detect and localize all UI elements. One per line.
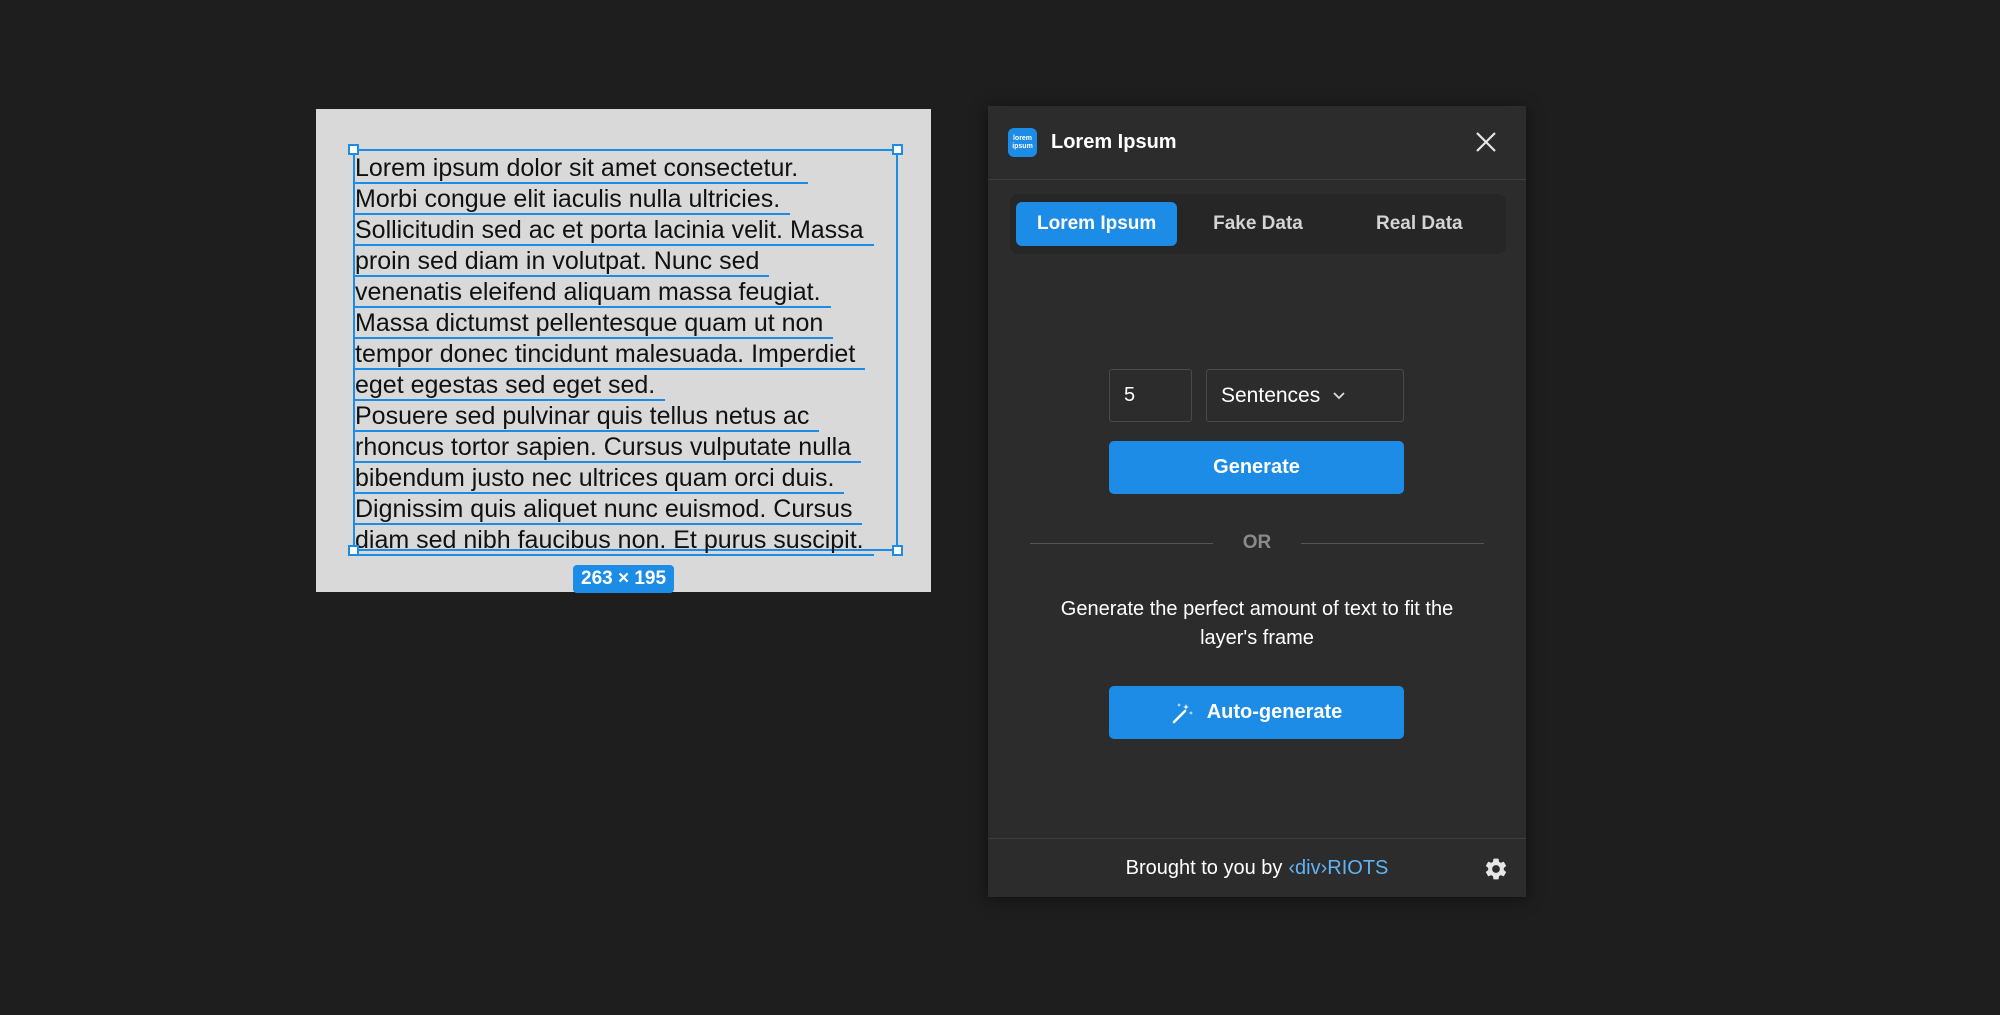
chevron-down-icon	[1332, 391, 1346, 401]
resize-handle-top-left[interactable]	[348, 144, 359, 155]
dimensions-badge: 263 × 195	[573, 565, 675, 593]
canvas-frame[interactable]: Lorem ipsum dolor sit amet consectetur. …	[316, 109, 931, 593]
text-line: Morbi congue elit iaculis nulla ultricie…	[355, 184, 896, 215]
divider-line	[1030, 542, 1213, 544]
footer-text: Brought to you by	[1125, 856, 1283, 879]
text-line: venenatis eleifend aliquam massa feugiat…	[355, 277, 896, 308]
text-line: bibendum justo nec ultrices quam orci du…	[355, 463, 896, 494]
text-line: Dignissim quis aliquet nunc euismod. Cur…	[355, 494, 896, 525]
unit-select-value: Sentences	[1221, 383, 1321, 407]
panel-title: Lorem Ipsum	[1051, 131, 1177, 153]
gear-icon	[1485, 858, 1507, 880]
tab-fake-data[interactable]: Fake Data	[1177, 202, 1338, 246]
text-line: Posuere sed pulvinar quis tellus netus a…	[355, 401, 896, 432]
text-line: rhoncus tortor sapien. Cursus vulputate …	[355, 432, 896, 463]
panel-footer: Brought to you by ‹div›RIOTS	[988, 838, 1526, 897]
plugin-panel: lorem ipsum Lorem Ipsum Lorem Ipsum Fake…	[988, 106, 1526, 897]
close-button[interactable]	[1474, 130, 1498, 154]
generate-button-label: Generate	[1213, 456, 1300, 478]
or-label: OR	[1242, 532, 1272, 553]
selected-text-layer[interactable]: Lorem ipsum dolor sit amet consectetur. …	[348, 144, 903, 556]
unit-select[interactable]: Sentences	[1206, 369, 1404, 422]
text-content: Lorem ipsum dolor sit amet consectetur. …	[355, 151, 896, 556]
panel-header: lorem ipsum Lorem Ipsum	[988, 106, 1526, 180]
close-icon	[1476, 132, 1496, 152]
resize-handle-bottom-right[interactable]	[892, 545, 903, 556]
text-line: Sollicitudin sed ac et porta lacinia vel…	[355, 215, 896, 246]
tab-bar: Lorem Ipsum Fake Data Real Data	[1010, 194, 1506, 254]
text-line: proin sed diam in volutpat. Nunc sed	[355, 246, 896, 277]
divider-line	[1301, 542, 1484, 544]
or-divider: OR	[1030, 532, 1484, 554]
tab-real-data[interactable]: Real Data	[1339, 202, 1500, 246]
text-line: eget egestas sed eget sed.	[355, 370, 896, 401]
settings-button[interactable]	[1483, 856, 1509, 882]
text-line: Massa dictumst pellentesque quam ut non	[355, 308, 896, 339]
divriots-link[interactable]: ‹div›RIOTS	[1288, 857, 1388, 880]
resize-handle-top-right[interactable]	[892, 144, 903, 155]
text-line: Lorem ipsum dolor sit amet consectetur.	[355, 153, 896, 184]
tab-lorem-ipsum[interactable]: Lorem Ipsum	[1016, 202, 1178, 246]
magic-wand-icon	[1172, 702, 1193, 723]
resize-handle-bottom-left[interactable]	[348, 545, 359, 556]
app-logo: lorem ipsum	[1008, 128, 1037, 157]
auto-generate-button[interactable]: Auto-generate	[1109, 686, 1404, 739]
auto-generate-description: Generate the perfect amount of text to f…	[1060, 598, 1454, 649]
count-input[interactable]	[1109, 369, 1192, 422]
text-line: tempor donec tincidunt malesuada. Imperd…	[355, 339, 896, 370]
generate-button[interactable]: Generate	[1109, 441, 1404, 494]
auto-generate-button-label: Auto-generate	[1206, 701, 1343, 723]
text-line: diam sed nibh faucibus non. Et purus sus…	[355, 525, 896, 556]
